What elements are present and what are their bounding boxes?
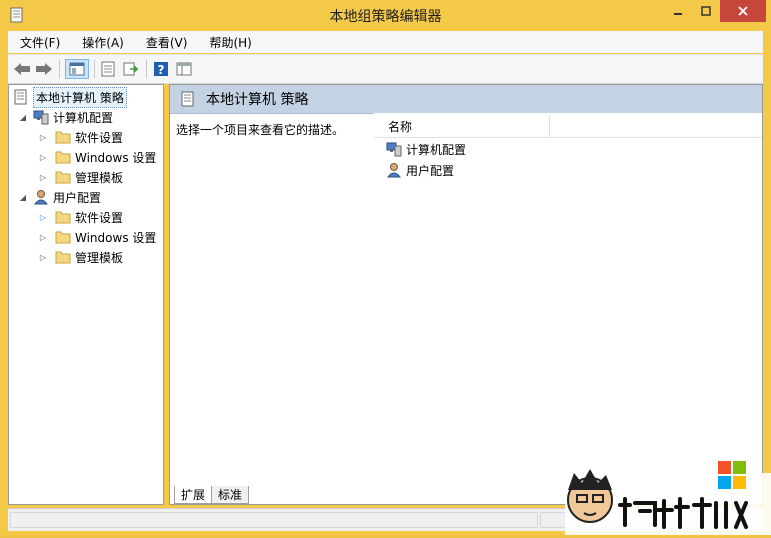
menu-bar: 文件(F) 操作(A) 查看(V) 帮助(H): [8, 31, 763, 53]
folder-icon: [55, 249, 71, 265]
tree-item-computer-windows[interactable]: ▷ Windows 设置: [37, 147, 156, 167]
navigation-tree: 本地计算机 策略 ◢ 计算机配置 ▷ 软件设置 ▷ Windows 设置 ▷ 管…: [8, 84, 164, 505]
tree-item-label: 管理模板: [75, 170, 124, 185]
expand-arrow-icon[interactable]: ▷: [37, 211, 49, 223]
folder-icon: [55, 129, 71, 145]
svg-text:?: ?: [158, 63, 165, 77]
tree-item-computer-software[interactable]: ▷ 软件设置: [37, 127, 123, 147]
description-text: 选择一个项目来查看它的描述。: [176, 123, 345, 137]
tab-extended[interactable]: 扩展: [174, 486, 213, 504]
watermark-logo: [560, 455, 771, 535]
items-list: 名称 计算机配置 用户配置: [374, 113, 762, 483]
window-frame: 本地组策略编辑器 文件(F) 操作(A) 查看(V) 帮助(H) ? 本地计算机…: [0, 0, 771, 535]
view-tabs: 扩展 标准: [174, 486, 250, 504]
folder-icon: [55, 229, 71, 245]
toolbar: ?: [8, 54, 763, 84]
collapse-arrow-icon[interactable]: ◢: [17, 111, 29, 123]
tree-item-computer-admin[interactable]: ▷ 管理模板: [37, 167, 123, 187]
tree-item-label: Windows 设置: [75, 230, 157, 245]
forward-arrow-icon: [36, 63, 52, 75]
list-item[interactable]: 计算机配置: [386, 139, 466, 159]
toolbar-separator: [94, 60, 95, 78]
help-icon: ?: [154, 62, 168, 77]
tree-item-user-software[interactable]: ▷ 软件设置: [37, 207, 123, 227]
show-hide-tree-icon: [69, 62, 85, 76]
tree-item-label: 本地计算机 策略: [33, 86, 127, 108]
expand-arrow-icon[interactable]: ▷: [37, 151, 49, 163]
computer-icon: [386, 141, 402, 157]
collapse-arrow-icon[interactable]: ◢: [17, 191, 29, 203]
properties-button[interactable]: [98, 59, 118, 79]
folder-icon: [55, 169, 71, 185]
menu-help[interactable]: 帮助(H): [197, 34, 261, 51]
close-icon: [738, 6, 748, 16]
menu-view[interactable]: 查看(V): [134, 34, 198, 51]
tree-item-label: 管理模板: [75, 250, 124, 265]
properties-icon: [101, 61, 115, 77]
folder-icon: [55, 149, 71, 165]
menu-file[interactable]: 文件(F): [8, 34, 70, 51]
expand-arrow-icon[interactable]: ▷: [37, 251, 49, 263]
show-hide-tree-button[interactable]: [65, 59, 89, 79]
expand-arrow-icon[interactable]: ▷: [37, 231, 49, 243]
export-list-icon: [123, 62, 139, 76]
maximize-button[interactable]: [692, 0, 720, 22]
close-button[interactable]: [720, 0, 766, 22]
tree-item-label: 软件设置: [75, 210, 124, 225]
computer-icon: [33, 109, 49, 125]
tree-item-label: Windows 设置: [75, 150, 157, 165]
tree-item-user-admin[interactable]: ▷ 管理模板: [37, 247, 123, 267]
folder-icon: [55, 209, 71, 225]
export-list-button[interactable]: [121, 59, 141, 79]
tab-standard[interactable]: 标准: [211, 486, 250, 504]
expand-arrow-icon[interactable]: ▷: [37, 131, 49, 143]
list-item[interactable]: 用户配置: [386, 160, 454, 180]
details-header: 本地计算机 策略: [170, 85, 762, 114]
toolbar-separator: [146, 60, 147, 78]
window-title: 本地组策略编辑器: [329, 9, 442, 25]
user-icon: [386, 162, 402, 178]
details-title: 本地计算机 策略: [206, 92, 309, 108]
tree-item-computer-config[interactable]: ◢ 计算机配置: [17, 107, 113, 127]
list-column-header: 名称: [374, 115, 762, 138]
tree-item-root[interactable]: 本地计算机 策略: [13, 86, 127, 108]
tree-item-user-config[interactable]: ◢ 用户配置: [17, 187, 101, 207]
status-cell: [10, 512, 538, 528]
column-name-header[interactable]: 名称: [374, 115, 550, 137]
list-item-label: 用户配置: [406, 163, 455, 178]
back-arrow-icon: [14, 63, 30, 75]
tree-item-user-windows[interactable]: ▷ Windows 设置: [37, 227, 156, 247]
policy-document-icon: [13, 89, 29, 105]
details-pane: 本地计算机 策略 选择一个项目来查看它的描述。 名称 计算机配置 用户配置 扩展: [169, 84, 763, 505]
policy-document-icon: [180, 91, 196, 107]
user-icon: [33, 189, 49, 205]
menu-action[interactable]: 操作(A): [70, 34, 134, 51]
list-item-label: 计算机配置: [406, 142, 467, 157]
expand-arrow-icon[interactable]: ▷: [37, 171, 49, 183]
tree-item-label: 用户配置: [53, 190, 102, 205]
title-bar: 本地组策略编辑器: [0, 0, 771, 30]
toolbar-separator: [59, 60, 60, 78]
minimize-button[interactable]: [664, 0, 692, 22]
forward-button[interactable]: [34, 59, 54, 79]
extended-view-button[interactable]: [174, 59, 194, 79]
help-button[interactable]: ?: [151, 59, 171, 79]
tree-item-label: 计算机配置: [53, 110, 114, 125]
extended-view-icon: [176, 62, 192, 76]
back-button[interactable]: [12, 59, 32, 79]
tree-item-label: 软件设置: [75, 130, 124, 145]
